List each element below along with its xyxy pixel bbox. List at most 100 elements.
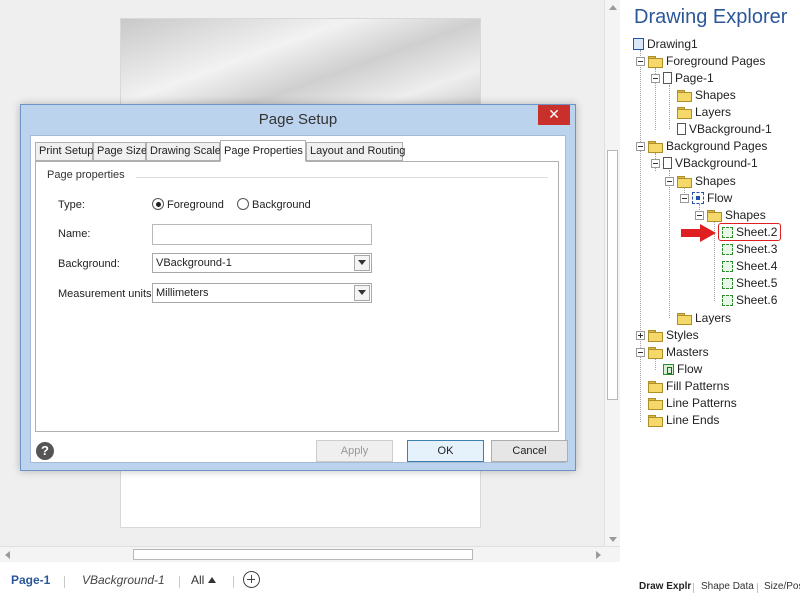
folder-icon	[648, 56, 663, 68]
page-properties-panel: Page properties Type: Foreground Backgro…	[35, 161, 559, 432]
scroll-left-icon[interactable]	[5, 551, 10, 559]
tab-drawing-scale[interactable]: Drawing Scale	[146, 142, 221, 161]
tree-label: VBackground-1	[689, 122, 772, 136]
help-icon[interactable]: ?	[36, 442, 54, 460]
tree-label: Styles	[666, 328, 699, 342]
tab-divider	[233, 576, 234, 588]
dialog-body: Print Setup Page Size Drawing Scale Page…	[30, 135, 568, 463]
folder-icon	[677, 90, 692, 102]
folder-icon	[648, 141, 663, 153]
ok-button[interactable]: OK	[407, 440, 484, 462]
radio-background[interactable]: Background	[237, 198, 311, 211]
tree-node-page1-shapes[interactable]: Shapes	[677, 87, 736, 103]
tree-label: Fill Patterns	[666, 379, 730, 393]
collapse-icon[interactable]	[651, 74, 660, 83]
tree-node-foreground-pages[interactable]: Foreground Pages	[648, 53, 765, 69]
tree-node-masters[interactable]: Masters	[648, 344, 709, 360]
group-label: Page properties	[47, 169, 125, 181]
name-input[interactable]	[152, 224, 372, 245]
tab-divider	[693, 583, 694, 593]
tab-divider	[179, 576, 180, 588]
chevron-down-icon	[358, 290, 366, 295]
collapse-icon[interactable]	[651, 159, 660, 168]
collapse-icon[interactable]	[695, 211, 704, 220]
scroll-down-icon[interactable]	[609, 537, 617, 542]
all-pages-label: All	[191, 573, 205, 587]
page-setup-dialog: Page Setup ✕ Print Setup Page Size Drawi…	[20, 104, 576, 471]
dropdown-button[interactable]	[354, 285, 370, 301]
scroll-up-icon[interactable]	[609, 5, 617, 10]
page-tab-vbackground-1[interactable]: VBackground-1	[82, 573, 165, 587]
page-tab-page-1[interactable]: Page-1	[11, 573, 50, 587]
collapse-icon[interactable]	[665, 177, 674, 186]
tree-node-line-patterns[interactable]: Line Patterns	[648, 395, 737, 411]
red-arrow-icon	[681, 224, 716, 242]
tree-node-drawing[interactable]: Drawing1	[633, 36, 698, 52]
tab-divider	[64, 576, 65, 588]
all-pages-button[interactable]: All	[191, 573, 217, 587]
tree-node-line-ends[interactable]: Line Ends	[648, 412, 719, 428]
add-page-icon[interactable]	[243, 571, 260, 588]
tree-node-sheet-5[interactable]: Sheet.5	[722, 275, 777, 291]
horizontal-scrollbar[interactable]	[0, 546, 620, 562]
panel-tab-shape-data[interactable]: Shape Data	[701, 581, 754, 592]
page-icon	[663, 72, 672, 84]
tab-layout-and-routing[interactable]: Layout and Routing	[306, 142, 405, 161]
folder-icon	[707, 210, 722, 222]
page-icon	[677, 123, 686, 135]
radio-checked-icon	[152, 198, 164, 210]
vertical-scrollbar[interactable]	[604, 0, 620, 548]
collapse-icon[interactable]	[636, 348, 645, 357]
tree-node-flow[interactable]: Flow	[692, 190, 732, 206]
panel-tab-draw-explr[interactable]: Draw Explr	[639, 581, 691, 592]
scroll-right-icon[interactable]	[596, 551, 601, 559]
folder-icon	[677, 176, 692, 188]
tree-label: Layers	[695, 311, 732, 325]
tree-node-styles[interactable]: Styles	[648, 327, 699, 343]
page-tabs-bar: Page-1 VBackground-1 All	[0, 564, 620, 597]
folder-icon	[648, 330, 663, 342]
close-icon[interactable]: ✕	[538, 105, 570, 125]
tree-node-fill-patterns[interactable]: Fill Patterns	[648, 378, 729, 394]
shape-icon	[722, 295, 733, 306]
tree-node-vbg-shapes[interactable]: Shapes	[677, 173, 736, 189]
tree-node-master-flow[interactable]: Flow	[663, 361, 702, 377]
dialog-title: Page Setup	[258, 111, 338, 128]
folder-icon	[677, 313, 692, 325]
tab-page-size[interactable]: Page Size	[93, 142, 147, 161]
page-icon	[663, 157, 672, 169]
tree-node-page1-layers[interactable]: Layers	[677, 104, 731, 120]
shape-icon	[722, 261, 733, 272]
collapse-icon[interactable]	[636, 142, 645, 151]
apply-button[interactable]: Apply	[316, 440, 393, 462]
folder-icon	[648, 347, 663, 359]
tree-node-vbackground-1[interactable]: VBackground-1	[663, 155, 758, 171]
tree-label: Sheet.4	[736, 259, 778, 273]
tree-node-page1-background[interactable]: VBackground-1	[677, 121, 772, 137]
vertical-scroll-thumb[interactable]	[607, 150, 618, 400]
radio-foreground[interactable]: Foreground	[152, 198, 224, 211]
dropdown-button[interactable]	[354, 255, 370, 271]
collapse-icon[interactable]	[680, 194, 689, 203]
tree-node-sheet-6[interactable]: Sheet.6	[722, 292, 777, 308]
tree-node-sheet-4[interactable]: Sheet.4	[722, 258, 777, 274]
cancel-button[interactable]: Cancel	[491, 440, 568, 462]
tree-node-sheet-3[interactable]: Sheet.3	[722, 241, 777, 257]
radio-unchecked-icon	[237, 198, 249, 210]
expand-icon[interactable]	[636, 331, 645, 340]
tree-label: Flow	[707, 191, 733, 205]
units-select[interactable]: Millimeters	[152, 283, 372, 303]
tab-print-setup[interactable]: Print Setup	[35, 142, 93, 161]
horizontal-scroll-thumb[interactable]	[133, 549, 473, 560]
chevron-down-icon	[358, 260, 366, 265]
background-select[interactable]: VBackground-1	[152, 253, 372, 273]
tree-node-background-pages[interactable]: Background Pages	[648, 138, 767, 154]
tree-label: Sheet.5	[736, 276, 778, 290]
tab-page-properties[interactable]: Page Properties	[220, 140, 306, 162]
panel-tab-size-pos[interactable]: Size/Pos	[764, 581, 800, 592]
tree-label: Shapes	[695, 174, 736, 188]
tree-node-vbg-layers[interactable]: Layers	[677, 310, 731, 326]
tree-node-page-1[interactable]: Page-1	[663, 70, 714, 86]
collapse-icon[interactable]	[636, 57, 645, 66]
tree-node-flow-shapes[interactable]: Shapes	[707, 207, 766, 223]
